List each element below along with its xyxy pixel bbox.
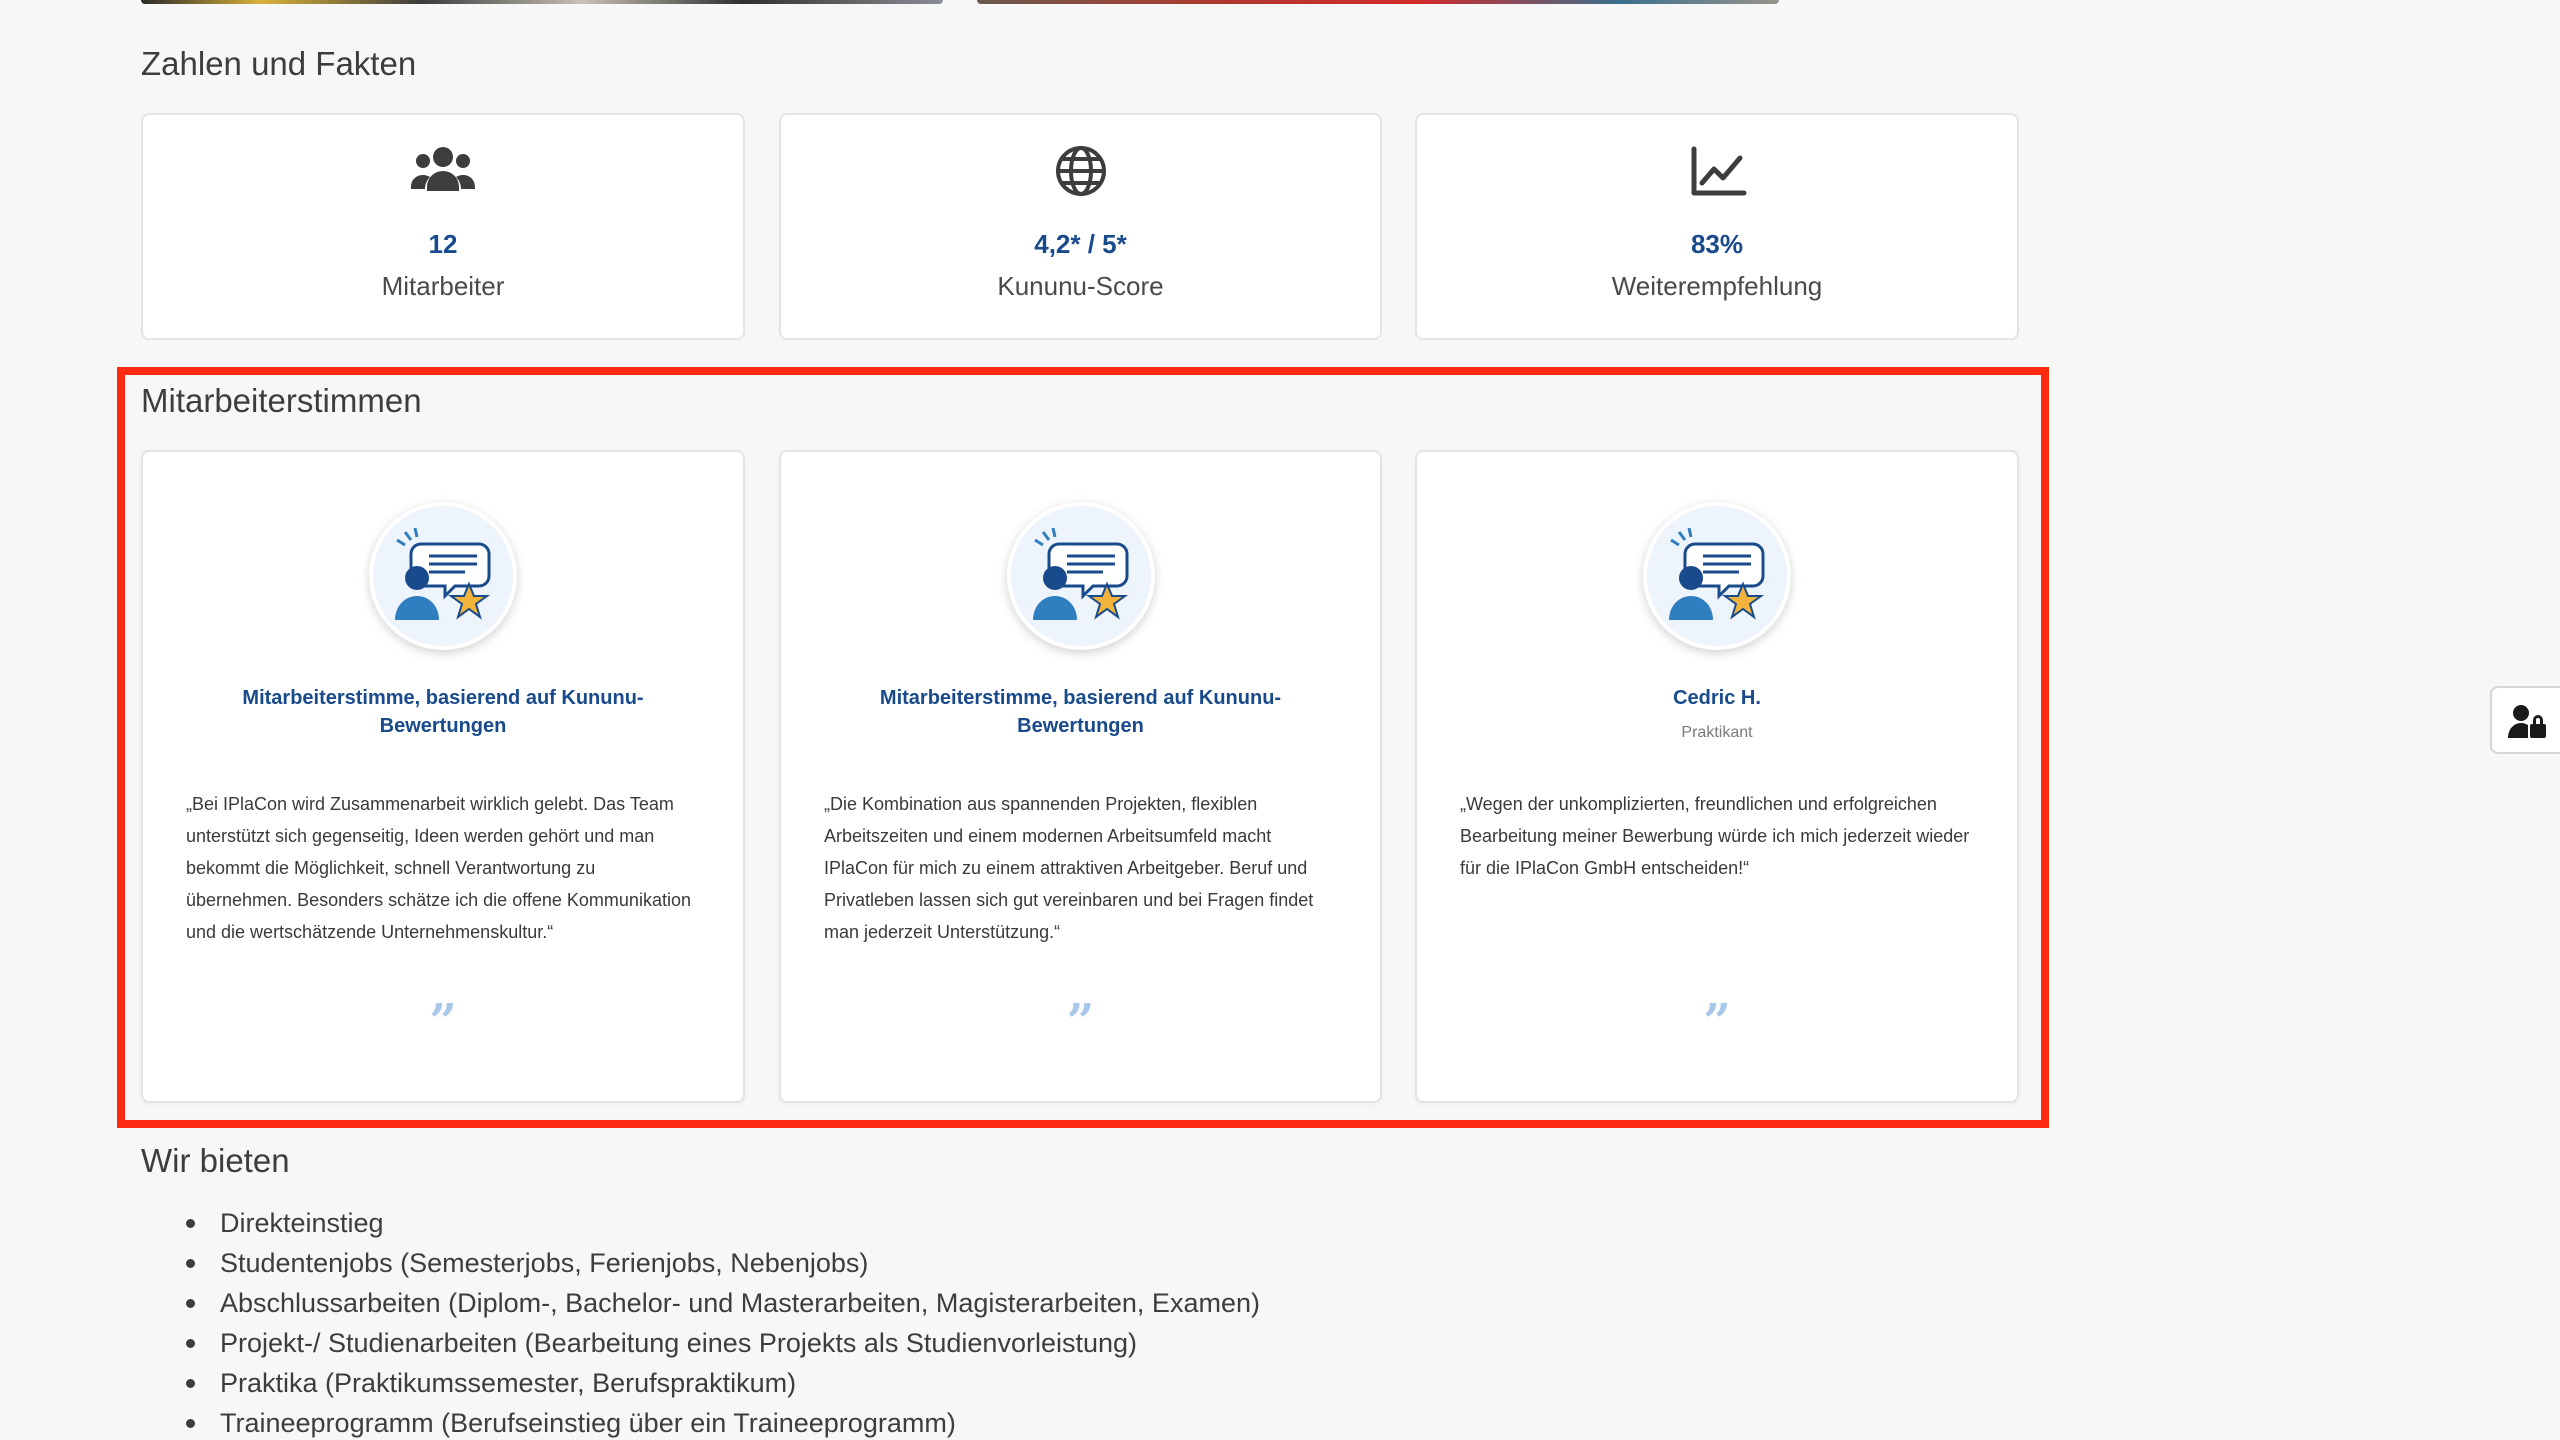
- fact-label: Kununu-Score: [997, 271, 1164, 301]
- testimonial-card: Mitarbeiterstimme, basierend auf Kununu-…: [141, 450, 745, 1103]
- quote-icon: ”: [1066, 994, 1095, 1050]
- page: Zahlen und Fakten 12 Mitarbeiter 4,2* / …: [0, 0, 2560, 1440]
- globe-icon: [1055, 146, 1106, 196]
- list-item: Traineeprogramm (Berufseinstieg über ein…: [186, 1403, 1260, 1440]
- user-lock-icon: [2508, 705, 2546, 738]
- testimonial-author: Cedric H.: [1673, 687, 1761, 709]
- header-image-right: [977, 0, 1779, 4]
- fact-card-employees: 12 Mitarbeiter: [141, 113, 745, 340]
- testimonial-author: Mitarbeiterstimme, basierend auf Kununu-…: [242, 687, 644, 737]
- testimonial-author: Mitarbeiterstimme, basierend auf Kununu-…: [879, 687, 1282, 737]
- fact-value: 4,2* / 5*: [1034, 229, 1127, 259]
- offers-list: Direkteinstieg Studentenjobs (Semesterjo…: [186, 1203, 1260, 1440]
- fact-card-kununu: 4,2* / 5* Kununu-Score: [779, 113, 1382, 340]
- testimonial-card: Cedric H. Praktikant „Wegen der unkompli…: [1415, 450, 2019, 1103]
- facts-heading: Zahlen und Fakten: [141, 45, 417, 82]
- fact-label: Mitarbeiter: [381, 271, 505, 301]
- avatar: [369, 502, 517, 650]
- privacy-settings-button[interactable]: [2490, 686, 2560, 754]
- list-item: Studentenjobs (Semesterjobs, Ferienjobs,…: [186, 1243, 1260, 1283]
- testimonial-text: „Bei IPlaCon wird Zusammenarbeit wirklic…: [186, 794, 691, 942]
- fact-card-recommendation: 83% Weiterempfehlung: [1415, 113, 2019, 340]
- testimonial-text: „Wegen der unkomplizierten, freundlichen…: [1460, 794, 1970, 878]
- line-chart-icon: [1691, 146, 1747, 196]
- testimonial-text: „Die Kombination aus spannenden Projekte…: [824, 794, 1314, 942]
- list-item: Praktika (Praktikumssemester, Berufsprak…: [186, 1363, 1260, 1403]
- avatar: [1006, 502, 1155, 650]
- review-speech-icon: [1032, 528, 1128, 620]
- review-speech-icon: [395, 528, 491, 620]
- quote-icon: ”: [1703, 994, 1731, 1050]
- review-speech-icon: [1669, 528, 1765, 620]
- list-item: Projekt-/ Studienarbeiten (Bearbeitung e…: [186, 1323, 1260, 1363]
- testimonials-heading: Mitarbeiterstimmen: [141, 382, 422, 419]
- avatar: [1643, 502, 1791, 650]
- list-item: Direkteinstieg: [186, 1203, 1260, 1243]
- offers-heading: Wir bieten: [141, 1142, 290, 1179]
- quote-icon: ”: [429, 994, 457, 1050]
- users-icon: [411, 147, 475, 191]
- fact-value: 83%: [1690, 229, 1744, 259]
- testimonial-role: Praktikant: [1681, 724, 1753, 741]
- header-image-left: [141, 0, 943, 4]
- list-item: Abschlussarbeiten (Diplom-, Bachelor- un…: [186, 1283, 1260, 1323]
- fact-label: Weiterempfehlung: [1611, 271, 1823, 301]
- fact-value: 12: [428, 229, 458, 259]
- testimonial-card: Mitarbeiterstimme, basierend auf Kununu-…: [779, 450, 1382, 1103]
